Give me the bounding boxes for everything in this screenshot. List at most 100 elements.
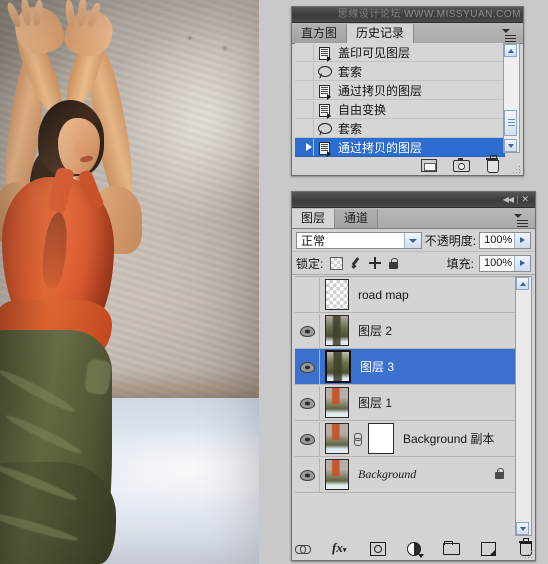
new-adjustment-layer-icon[interactable] [406, 541, 424, 558]
opacity-input[interactable]: 100% [479, 231, 531, 249]
visibility-toggle[interactable] [295, 277, 320, 312]
layer-name[interactable]: 图层 1 [349, 394, 392, 411]
visibility-toggle[interactable] [295, 457, 320, 492]
scroll-up-arrow-icon[interactable] [504, 44, 517, 57]
fill-input[interactable]: 100% [479, 254, 531, 272]
chevron-down-icon[interactable] [403, 232, 421, 248]
new-layer-icon[interactable] [480, 541, 496, 556]
blend-mode-row[interactable]: 正常 不透明度: 100% [292, 229, 535, 252]
layer-thumbnail[interactable] [325, 279, 349, 310]
blend-mode-select[interactable]: 正常 [296, 231, 422, 249]
lock-all-icon[interactable] [388, 257, 399, 269]
history-state-list[interactable]: 盖印可见图层 套索 通过拷贝的图层 自由变换 套索 通过拷贝的图层 [295, 43, 505, 157]
lock-row[interactable]: 锁定: 填充: 100% [292, 252, 535, 275]
close-icon[interactable]: ✕ [521, 194, 529, 205]
layer-thumbnail[interactable] [325, 387, 349, 418]
tab-channels[interactable]: 通道 [335, 209, 379, 228]
new-group-icon[interactable] [443, 541, 460, 555]
link-mask-icon[interactable] [353, 432, 362, 446]
layer-mask-thumbnail[interactable] [368, 423, 394, 454]
fill-value: 100% [484, 257, 513, 269]
opacity-stepper-arrow-icon[interactable] [514, 232, 530, 248]
layer-row[interactable]: 图层 1 [295, 385, 516, 421]
layer-name[interactable]: Background 副本 [394, 430, 494, 447]
tab-histogram[interactable]: 直方图 [292, 24, 348, 43]
history-row-label: 套索 [338, 64, 363, 79]
visibility-eye-icon [300, 325, 315, 337]
add-layer-mask-icon[interactable] [369, 541, 386, 556]
new-snapshot-icon[interactable] [453, 157, 470, 172]
history-panel-tabs[interactable]: 直方图 历史记录 [292, 23, 523, 44]
locked-layer-icon [494, 468, 504, 479]
fill-stepper-arrow-icon[interactable] [514, 255, 530, 271]
scroll-up-arrow-icon[interactable] [516, 277, 529, 290]
history-row-label: 通过拷贝的图层 [338, 140, 423, 155]
visibility-toggle[interactable] [295, 349, 320, 384]
add-layer-style-icon[interactable]: fx▾ [332, 541, 347, 555]
layer-row[interactable]: road map [295, 277, 516, 313]
lock-image-pixels-icon[interactable] [350, 257, 362, 269]
layer-thumbnail[interactable] [325, 350, 351, 383]
history-snapshot-checkbox[interactable] [295, 62, 314, 80]
layer-thumbnail[interactable] [325, 423, 349, 454]
layer-name[interactable]: road map [349, 288, 409, 302]
opacity-value: 100% [484, 234, 513, 246]
history-row[interactable]: 套索 [295, 119, 505, 138]
scroll-thumb[interactable] [504, 110, 517, 136]
history-row[interactable]: 自由变换 [295, 100, 505, 119]
visibility-eye-icon [300, 397, 315, 409]
layers-panel-titlebar[interactable]: ◀◀ ✕ [292, 192, 535, 208]
layer-name[interactable]: 图层 2 [349, 322, 392, 339]
history-snapshot-checkbox[interactable] [295, 43, 314, 61]
layer-row[interactable]: 图层 2 [295, 313, 516, 349]
visibility-toggle[interactable] [295, 421, 320, 456]
layers-panel-footer[interactable]: fx▾ [295, 538, 532, 558]
document-state-icon [314, 139, 336, 157]
layer-thumbnail[interactable] [325, 315, 349, 346]
history-panel[interactable]: 思缘设计论坛 WWW.MISSYUAN.COM 直方图 历史记录 盖印可见图层 … [291, 6, 524, 176]
history-panel-resize-grip[interactable] [513, 166, 521, 174]
document-canvas[interactable] [0, 0, 259, 564]
layers-panel-tabs[interactable]: 图层 通道 [292, 208, 535, 229]
lasso-tool-icon [314, 63, 336, 80]
layers-panel-resize-grip[interactable] [525, 551, 533, 559]
layer-name[interactable]: 图层 3 [351, 358, 394, 375]
history-row[interactable]: 盖印可见图层 [295, 43, 505, 62]
layers-panel-menu-icon[interactable] [514, 213, 530, 227]
collapse-to-icons-icon[interactable]: ◀◀ [503, 195, 514, 204]
history-snapshot-checkbox[interactable] [295, 100, 314, 118]
history-row[interactable]: 套索 [295, 62, 505, 81]
new-document-from-state-icon[interactable] [421, 158, 437, 172]
history-current-state-marker[interactable] [295, 138, 314, 156]
tab-layers[interactable]: 图层 [292, 209, 336, 228]
tab-history[interactable]: 历史记录 [347, 24, 415, 43]
history-panel-menu-icon[interactable] [502, 28, 518, 42]
watermark: 思缘设计论坛 WWW.MISSYUAN.COM [338, 7, 521, 22]
lock-transparent-pixels-icon[interactable] [330, 256, 344, 270]
layer-row[interactable]: Background [295, 457, 516, 493]
delete-state-icon[interactable] [485, 154, 500, 173]
visibility-eye-icon [300, 433, 315, 445]
history-snapshot-checkbox[interactable] [295, 119, 314, 137]
scroll-down-arrow-icon[interactable] [504, 139, 517, 152]
layer-thumbnail[interactable] [325, 459, 349, 490]
scroll-down-arrow-icon[interactable] [516, 522, 529, 535]
history-row[interactable]: 通过拷贝的图层 [295, 81, 505, 100]
link-layers-icon[interactable] [295, 541, 311, 555]
layers-panel[interactable]: ◀◀ ✕ 图层 通道 正常 不透明度: 100% 锁定: 填充: 100% ro… [291, 191, 536, 561]
visibility-eye-icon [300, 361, 315, 373]
lock-position-icon[interactable] [369, 257, 382, 269]
visibility-toggle[interactable] [295, 385, 320, 420]
layers-scrollbar[interactable] [515, 276, 532, 536]
layer-row-selected[interactable]: 图层 3 [295, 349, 516, 385]
history-panel-footer[interactable] [295, 154, 520, 173]
lock-toggles[interactable] [330, 256, 399, 270]
layers-list[interactable]: road map 图层 2 图层 3 图层 1 Background 副本 Ba… [295, 276, 516, 536]
layer-name[interactable]: Background [349, 467, 416, 482]
history-snapshot-checkbox[interactable] [295, 81, 314, 99]
layer-row[interactable]: Background 副本 [295, 421, 516, 457]
history-scrollbar[interactable] [503, 43, 520, 153]
history-panel-titlebar[interactable]: 思缘设计论坛 WWW.MISSYUAN.COM [292, 7, 523, 23]
visibility-toggle[interactable] [295, 313, 320, 348]
fill-label: 填充: [446, 256, 474, 271]
